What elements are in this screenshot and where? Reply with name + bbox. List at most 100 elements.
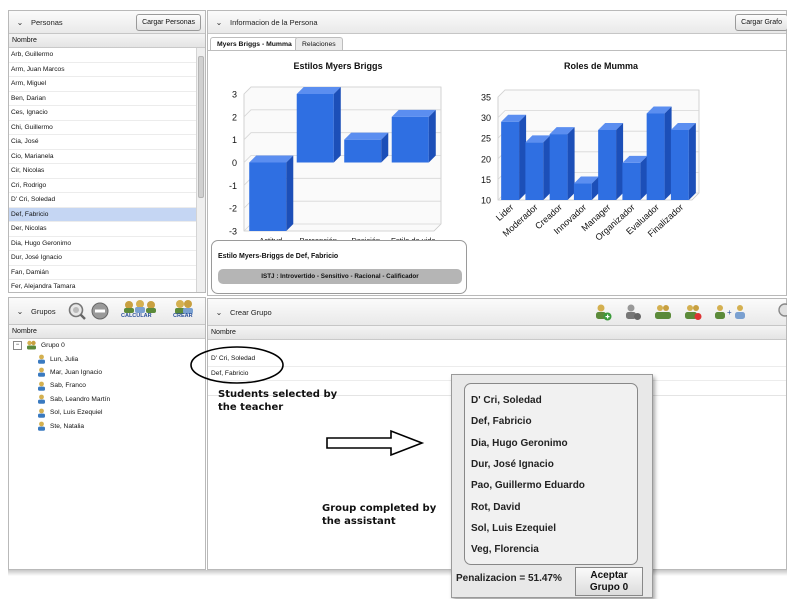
personas-list: Arb, Guillermo Arm, Juan Marcos Arm, Migue…: [9, 48, 197, 292]
bar-side: [640, 155, 648, 200]
y-tick-label: -1: [229, 181, 237, 191]
bar-top: [344, 132, 389, 140]
mb-style-value: ISTJ : Introvertido - Sensitivo - Racion…: [218, 269, 462, 284]
persona-row[interactable]: Arm, Juan Marcos: [9, 63, 197, 77]
personas-panel: ⌄ Personas Cargar Personas Nombre Arb, G…: [8, 10, 206, 293]
persona-row[interactable]: Def, Fabricio: [9, 207, 197, 222]
crear-grupo-column-header[interactable]: Nombre: [208, 326, 786, 340]
bar-side: [688, 122, 696, 200]
personas-scrollbar[interactable]: [196, 48, 205, 292]
persona-row[interactable]: Cio, Marianela: [9, 150, 197, 164]
group-member[interactable]: Lun, Julia: [37, 354, 78, 364]
persona-row[interactable]: Dur, José Ignacio: [9, 251, 197, 266]
group-member[interactable]: Ste, Natalia: [37, 421, 84, 431]
cargar-grafo-button[interactable]: Cargar Grafo: [735, 14, 787, 31]
y-tick-label: 3: [232, 90, 237, 100]
grupos-column-header[interactable]: Nombre: [9, 325, 205, 339]
popup-names-box: D' Cri, Soledad Def, Fabricio Dia, Hugo Ge…: [464, 383, 638, 565]
bar-lider: [501, 114, 527, 200]
info-titlebar: ⌄ Informacion de la Persona: [208, 11, 786, 34]
mumma-roles-chart: Roles de Mumma353025201510LiderModerador…: [481, 61, 700, 243]
person-icon: [38, 408, 45, 418]
tab-divider: [208, 50, 786, 51]
add-person-icon[interactable]: [594, 303, 612, 321]
persona-row[interactable]: Cir, Nicolas: [9, 164, 197, 179]
popup-name: D' Cri, Soledad: [471, 395, 542, 406]
personas-column-header[interactable]: Nombre: [9, 34, 205, 48]
bar-evaluador: [646, 106, 672, 200]
tab-relaciones[interactable]: Relaciones: [295, 37, 343, 51]
persona-row[interactable]: Arb, Guillermo: [9, 48, 197, 63]
list-item[interactable]: D' Cri, Soledad: [208, 352, 786, 367]
bar-front: [598, 129, 617, 200]
group-name: Grupo 0: [41, 341, 65, 349]
persona-row[interactable]: Dia, Hugo Geronimo: [9, 237, 197, 251]
bar-front: [573, 183, 592, 200]
popup-name: Dia, Hugo Geronimo: [471, 437, 568, 449]
accept-group-button[interactable]: Aceptar Grupo 0: [575, 567, 643, 596]
group-member[interactable]: Sab, Franco: [37, 381, 86, 391]
tree-group-node[interactable]: − Grupo 0: [13, 340, 65, 350]
bar-front: [344, 139, 382, 163]
group-member[interactable]: Sol, Luis Ezequiel: [37, 408, 102, 418]
y-tick-label: -2: [229, 204, 237, 214]
y-tick-label: 20: [481, 154, 491, 164]
accept-group-label: Aceptar Grupo 0: [589, 569, 629, 593]
bar-side: [286, 155, 294, 231]
persona-row[interactable]: Ben, Darian: [9, 92, 197, 106]
group-add-icon[interactable]: [654, 303, 672, 321]
collapse-chevron-icon[interactable]: ⌄: [212, 18, 226, 27]
popup-name: Def, Fabricio: [471, 416, 532, 428]
search-group-icon[interactable]: [776, 302, 787, 320]
bar-front: [549, 134, 568, 200]
group-member[interactable]: Sab, Leandro Martín: [37, 394, 110, 404]
tab-myers-briggs-mumma[interactable]: Myers Briggs - Mumma: [210, 37, 299, 51]
personas-scroll-thumb[interactable]: [198, 56, 204, 198]
persona-row[interactable]: Fer, Alejandra Tamara: [9, 280, 197, 292]
collapse-chevron-icon[interactable]: ⌄: [13, 307, 27, 316]
popup-name: Pao, Guillermo Eduardo: [471, 480, 585, 492]
group-remove-icon[interactable]: [684, 303, 702, 321]
bar-percepci-n: [296, 87, 341, 163]
info-panel: ⌄ Informacion de la Persona Cargar Grafo…: [207, 10, 787, 296]
bar-front: [622, 162, 641, 200]
collapse-chevron-icon[interactable]: ⌄: [212, 308, 226, 317]
person-settings-icon[interactable]: [624, 303, 642, 321]
grupos-titlebar: ⌄ Grupos CALCULAR CREAR: [9, 298, 205, 325]
bar-side: [428, 109, 436, 163]
bar-organizador: [622, 155, 648, 200]
persona-row[interactable]: Cia, José: [9, 135, 197, 150]
tree-collapse-icon[interactable]: −: [13, 340, 22, 350]
bar-front: [296, 94, 334, 163]
persona-row[interactable]: Fan, Damián: [9, 266, 197, 280]
popup-name: Veg, Florencia: [471, 544, 539, 556]
mb-style-box: Estilo Myers-Briggs de Def, Fabricio IST…: [211, 240, 467, 294]
group-member[interactable]: Mar, Juan Ignacio: [37, 367, 103, 378]
group-note: Group completed by the assistant: [322, 503, 437, 527]
persona-row[interactable]: Cri, Rodrigo: [9, 179, 197, 193]
persona-row[interactable]: Chi, Guillermo: [9, 121, 197, 135]
persona-row[interactable]: Der, Nicolas: [9, 222, 197, 237]
bar-front: [249, 162, 287, 231]
bar-top: [249, 155, 294, 163]
y-tick-label: -3: [229, 227, 237, 237]
personas-title: Personas: [31, 17, 63, 27]
bar-front: [501, 121, 520, 200]
penalty-label: Penalizacion = 51.47%: [456, 573, 562, 584]
myers-briggs-chart: Estilos Myers Briggs3210-1-2-3ActitudPer…: [229, 61, 442, 245]
person-icon: [38, 421, 45, 431]
group-transfer-icon[interactable]: +: [714, 303, 748, 321]
persona-row[interactable]: D' Cri, Soledad: [9, 193, 197, 208]
persona-row[interactable]: Ces, Ignacio: [9, 106, 197, 121]
remove-icon[interactable]: [91, 302, 109, 320]
member-name: Sab, Leandro Martín: [50, 395, 111, 403]
bar-finalizador: [670, 122, 696, 200]
zoom-search-icon[interactable]: [67, 301, 87, 321]
bar-front: [646, 113, 665, 200]
member-name: Mar, Juan Ignacio: [50, 368, 103, 376]
member-name: Sab, Franco: [50, 382, 86, 390]
persona-row[interactable]: Arm, Miguel: [9, 77, 197, 92]
cargar-personas-button[interactable]: Cargar Personas: [136, 14, 201, 31]
bar-estilo-de-vida: [391, 109, 436, 163]
collapse-chevron-icon[interactable]: ⌄: [13, 18, 27, 27]
